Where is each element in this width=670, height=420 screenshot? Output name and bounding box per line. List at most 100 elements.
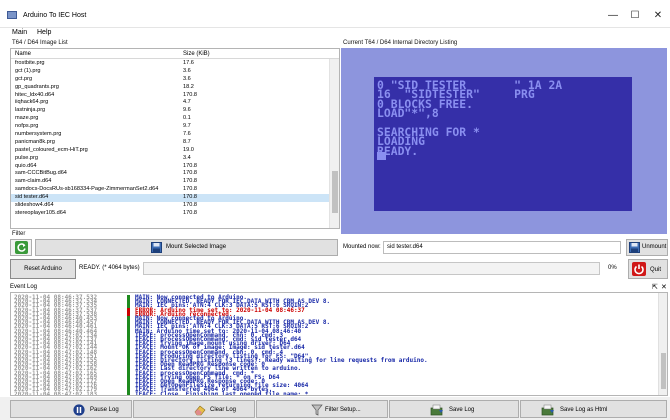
table-row[interactable]: panicman8k.prg 8.7 [11, 139, 329, 147]
mount-button-label: Mount Selected Image [166, 244, 227, 250]
mount-selected-image-button[interactable]: Mount Selected Image [35, 239, 338, 256]
table-row[interactable]: gct (1).prg 3.6 [11, 68, 329, 76]
file-name-cell: numbersystem.prg [15, 131, 62, 138]
table-header: Name Size (KiB) [11, 49, 339, 59]
scrollbar-thumb[interactable] [332, 171, 338, 213]
quit-button[interactable]: Quit [628, 259, 668, 279]
unmount-button[interactable]: Unmount [626, 239, 668, 256]
minimize-button[interactable]: — [603, 8, 623, 24]
clear-log-button[interactable]: Clear Log [133, 400, 255, 418]
file-name-cell: stereoplayer105.d64 [15, 209, 67, 216]
panel-close-icon[interactable]: ✕ [661, 283, 667, 291]
file-name-cell: slideshow4.d64 [15, 202, 54, 209]
maximize-button[interactable]: ☐ [625, 8, 645, 24]
file-size-cell: 8.7 [183, 138, 191, 145]
file-size-cell: 170.8 [183, 194, 197, 201]
clear-log-label: Clear Log [210, 407, 237, 413]
save-log-as-html-button[interactable]: Save Log as Html [520, 400, 667, 418]
pause-log-label: Pause Log [90, 407, 119, 413]
eraser-icon [194, 405, 206, 416]
file-name-cell: nofps.prg [15, 123, 39, 130]
file-name-cell: sam-CCCBitBug.d64 [15, 170, 67, 177]
file-name-cell: gp_quadrants.prg [15, 83, 59, 90]
file-name-cell: pastel_coloured_ecm-HiT.prg [15, 146, 88, 153]
column-header-name[interactable]: Name [15, 51, 31, 57]
file-name-cell: gct (1).prg [15, 67, 41, 74]
table-row[interactable]: hitec_ldx40.d64 170.8 [11, 92, 329, 100]
log-line: 2020-11-04 08:47:02.183 IFACE: Close. Fin… [11, 390, 656, 396]
c64-screen: 0 "SID TESTER " 1A 2A 16 "SIDTESTER" PRG… [374, 77, 632, 211]
save-log-icon [430, 404, 443, 416]
table-body: frostbite.prg 17.6 gct (1).prg 3.6 gct.prg 3.… [11, 60, 329, 218]
refresh-icon [15, 241, 28, 254]
table-row[interactable]: slideshow4.d64 170.8 [11, 202, 329, 210]
vertical-scrollbar[interactable] [329, 59, 339, 228]
file-size-cell: 170.8 [183, 202, 197, 209]
table-row[interactable]: pulse.prg 3.4 [11, 155, 329, 163]
pause-log-button[interactable]: Pause Log [10, 400, 132, 418]
table-row[interactable]: maze.prg 0.1 [11, 115, 329, 123]
progress-bar [143, 262, 600, 275]
close-button[interactable]: ✕ [648, 8, 668, 24]
progress-percent: 0% [608, 265, 617, 271]
file-size-cell: 4.7 [183, 99, 191, 106]
eject-disk-icon [629, 242, 640, 253]
file-size-cell: 17.6 [183, 60, 194, 66]
table-row[interactable]: quio.d64 170.8 [11, 163, 329, 171]
file-size-cell: 7.6 [183, 131, 191, 138]
table-row[interactable]: frostbite.prg 17.6 [11, 60, 329, 68]
table-row[interactable]: gct.prg 3.6 [11, 76, 329, 84]
mounted-now-label: Mounted now: [343, 244, 381, 250]
image-list-label: T64 / D64 Image List [12, 40, 68, 46]
table-row[interactable]: stereoplayer105.d64 170.8 [11, 210, 329, 218]
log-toolbar: Pause Log Clear Log Filter Setup... Save… [0, 397, 670, 420]
file-name-cell: frostbite.prg [15, 60, 45, 66]
log-timestamp: 2020-11-04 08:47:02.183 [14, 390, 98, 396]
table-row[interactable]: gp_quadrants.prg 18.2 [11, 84, 329, 92]
file-name-cell: iiqhack64.prg [15, 99, 49, 106]
file-name-cell: maze.prg [15, 115, 39, 122]
table-row[interactable]: sid tester.d64 170.8 [11, 194, 329, 203]
table-row[interactable]: lastninja.prg 9.6 [11, 107, 329, 115]
title-bar: Arduino To IEC Host — ☐ ✕ [0, 0, 670, 28]
table-row[interactable]: samdocs-DocsRUs-sb168334-Page-ZimmermanS… [11, 186, 329, 194]
filter-setup-label: Filter Setup... [325, 407, 361, 413]
table-row[interactable]: iiqhack64.prg 4.7 [11, 99, 329, 107]
menu-main[interactable]: Main [12, 29, 27, 36]
save-html-icon [541, 404, 554, 416]
table-row[interactable]: sam-claim.d64 170.8 [11, 178, 329, 186]
table-row[interactable]: numbersystem.prg 7.6 [11, 131, 329, 139]
menu-bar: Main Help [0, 28, 670, 38]
file-size-cell: 3.6 [183, 67, 191, 74]
column-header-size[interactable]: Size (KiB) [183, 51, 210, 57]
save-log-label: Save Log [449, 407, 475, 413]
log-level-marker [127, 391, 130, 395]
menu-help[interactable]: Help [37, 29, 51, 36]
reset-arduino-label: Reset Arduino [24, 266, 62, 272]
refresh-button[interactable] [10, 239, 32, 256]
status-text: READY. (* 4064 bytes) [79, 265, 140, 271]
file-size-cell: 3.6 [183, 75, 191, 82]
file-size-cell: 18.2 [183, 83, 194, 90]
mounted-image-field[interactable]: sid tester.d64 [383, 241, 621, 254]
reset-arduino-button[interactable]: Reset Arduino [10, 259, 76, 279]
save-log-button[interactable]: Save Log [389, 400, 519, 418]
table-row[interactable]: nofps.prg 9.7 [11, 123, 329, 131]
file-name-cell: panicman8k.prg [15, 138, 55, 145]
log-message: IFACE: Close. Finishing last opened file… [135, 390, 309, 396]
file-size-cell: 170.8 [183, 178, 197, 185]
file-size-cell: 170.8 [183, 186, 197, 193]
log-scrollbar-thumb[interactable] [661, 353, 666, 389]
log-vertical-scrollbar[interactable] [658, 293, 667, 395]
file-name-cell: lastninja.prg [15, 107, 46, 114]
filter-setup-button[interactable]: Filter Setup... [256, 400, 388, 418]
event-log-panel[interactable]: 2020-11-04 08:46:37.532 MAIN: Now connect… [10, 292, 668, 396]
unmount-button-label: Unmount [642, 244, 667, 250]
file-name-cell: sam-claim.d64 [15, 178, 52, 185]
image-list-table[interactable]: Name Size (KiB) frostbite.prg 17.6 gct (1)… [10, 48, 340, 229]
file-size-cell: 9.7 [183, 123, 191, 130]
table-row[interactable]: sam-CCCBitBug.d64 170.8 [11, 170, 329, 178]
event-log-label: Event Log [10, 284, 38, 290]
table-row[interactable]: pastel_coloured_ecm-HiT.prg 19.0 [11, 147, 329, 155]
dock-float-icon[interactable]: ⇱ [652, 283, 658, 291]
